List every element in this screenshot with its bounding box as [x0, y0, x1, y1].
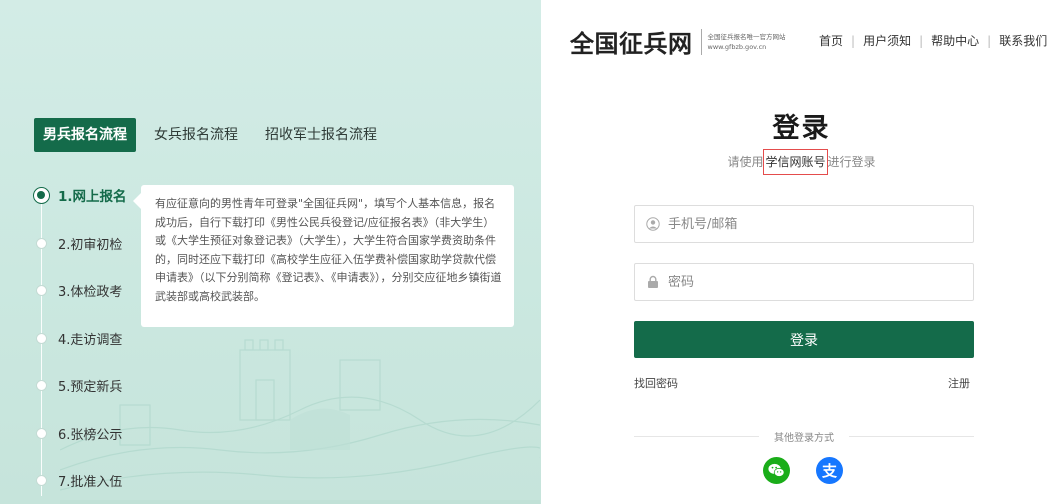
step-label: 5.预定新兵	[58, 379, 123, 395]
password-field[interactable]	[634, 263, 974, 301]
step-dot	[36, 284, 47, 296]
user-icon	[646, 217, 660, 231]
wechat-icon	[768, 463, 785, 477]
other-login-divider: 其他登录方式	[634, 429, 974, 444]
step-reserve-recruit[interactable]: 5.预定新兵	[30, 370, 122, 400]
wechat-login-button[interactable]	[763, 457, 790, 484]
nav-divider: |	[987, 33, 992, 48]
logo-subtitle: 全国征兵报名唯一官方网站 www.gfbzb.gov.cn	[708, 32, 786, 52]
divider-line	[849, 436, 974, 437]
logo-tagline: 全国征兵报名唯一官方网站	[707, 32, 786, 41]
login-panel: 全国征兵网 全国征兵报名唯一官方网站 www.gfbzb.gov.cn 首页 |…	[541, 0, 1062, 504]
step-label: 6.张榜公示	[58, 427, 123, 443]
login-button[interactable]: 登录	[634, 321, 974, 358]
nav-divider: |	[919, 33, 924, 48]
step-dot	[36, 237, 47, 249]
tab-female-process[interactable]: 女兵报名流程	[145, 118, 247, 152]
nav-contact-us[interactable]: 联系我们	[999, 32, 1047, 49]
phone-email-field[interactable]	[634, 205, 974, 243]
step-label: 3.体检政考	[58, 284, 123, 300]
left-panel: 男兵报名流程 女兵报名流程 招收军士报名流程 1.网上报名 2.初审初检 3.体…	[0, 0, 541, 504]
step-description: 有应征意向的男性青年可登录"全国征兵网"，填写个人基本信息，报名成功后，自行下载…	[133, 185, 514, 327]
great-wall-illustration	[60, 339, 540, 504]
logo-url: www.gfbzb.gov.cn	[707, 42, 767, 51]
login-subtitle: 请使用 学信网账号 进行登录	[541, 149, 1062, 175]
nav-home[interactable]: 首页	[819, 32, 843, 49]
nav-divider: |	[851, 33, 856, 48]
step-label: 7.批准入伍	[58, 474, 123, 490]
step-public-notice[interactable]: 6.张榜公示	[30, 418, 122, 448]
step-dot	[36, 379, 47, 391]
login-title: 登录	[772, 113, 831, 144]
tab-nco-process[interactable]: 招收军士报名流程	[256, 118, 386, 152]
step-label: 2.初审初检	[58, 237, 123, 253]
step-online-registration[interactable]: 1.网上报名	[30, 180, 127, 210]
login-subtitle-prefix: 请使用	[727, 155, 764, 169]
site-logo[interactable]: 全国征兵网 全国征兵报名唯一官方网站 www.gfbzb.gov.cn	[570, 24, 786, 59]
chsi-account-highlight: 学信网账号	[763, 149, 828, 175]
step-dot	[36, 474, 47, 486]
step-label: 1.网上报名	[58, 189, 127, 205]
step-preliminary-review[interactable]: 2.初审初检	[30, 228, 122, 258]
top-nav: 首页 | 用户须知 | 帮助中心 | 联系我们	[819, 32, 1047, 49]
forgot-password-link[interactable]: 找回密码	[634, 375, 678, 391]
register-link[interactable]: 注册	[948, 375, 970, 391]
process-tabs: 男兵报名流程 女兵报名流程 招收军士报名流程	[34, 118, 386, 152]
step-dot	[36, 427, 47, 439]
login-subtitle-suffix: 进行登录	[827, 155, 876, 169]
lock-icon	[648, 275, 658, 288]
step-approve-enlistment[interactable]: 7.批准入伍	[30, 465, 122, 495]
step-label: 4.走访调查	[58, 332, 123, 348]
alipay-login-button[interactable]: 支	[816, 457, 843, 484]
alipay-icon: 支	[821, 462, 837, 480]
logo-divider	[700, 28, 702, 55]
step-visit-investigation[interactable]: 4.走访调查	[30, 323, 122, 353]
password-input[interactable]	[668, 274, 948, 290]
nav-help-center[interactable]: 帮助中心	[931, 32, 979, 49]
phone-email-input[interactable]	[668, 216, 948, 232]
step-dot-active	[33, 186, 50, 204]
tab-male-process[interactable]: 男兵报名流程	[34, 118, 136, 152]
logo-text: 全国征兵网	[570, 29, 693, 58]
step-dot	[36, 332, 47, 344]
step-physical-exam[interactable]: 3.体检政考	[30, 275, 122, 305]
nav-user-notice[interactable]: 用户须知	[863, 32, 911, 49]
